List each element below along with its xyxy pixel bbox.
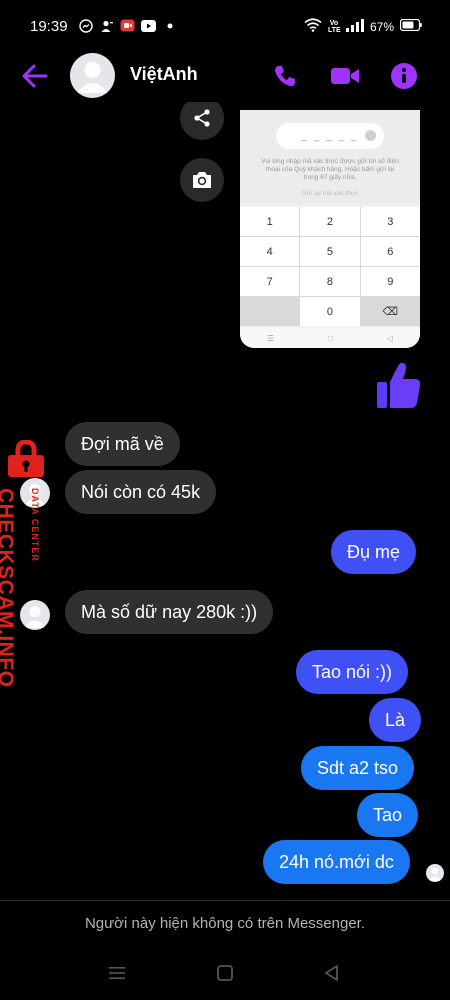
- watermark: CHECKSCAM.INFO DATA CENTER: [0, 440, 52, 688]
- clear-icon: [365, 130, 376, 141]
- back-nav-button[interactable]: [321, 962, 343, 984]
- default-avatar-icon: [428, 867, 442, 881]
- info-icon: [391, 63, 417, 89]
- system-nav-bar: [0, 950, 450, 1000]
- screenshot-otp-placeholder: _ _ _ _ _: [301, 130, 359, 142]
- screenshot-otp-panel: _ _ _ _ _ Vui lòng nhập mã xác thực được…: [240, 110, 420, 205]
- message-bubble[interactable]: Tao: [357, 793, 419, 837]
- screenshot-resend-link: Gửi lại mã xác thực: [301, 190, 359, 197]
- camera-icon: [193, 172, 211, 188]
- message-bubble[interactable]: Đợi mã về: [65, 422, 180, 466]
- keypad-key: 7: [240, 267, 300, 296]
- back-triangle-icon: [325, 965, 338, 981]
- status-time: 19:39: [30, 18, 68, 35]
- screenshot-caption: Vui lòng nhập mã xác thực được gửi tới s…: [261, 158, 399, 181]
- keypad-key: 6: [360, 237, 420, 266]
- unavailable-notice: Người này hiện không có trên Messenger.: [84, 915, 366, 932]
- contact-avatar[interactable]: [70, 53, 115, 98]
- keypad-key: 4: [240, 237, 300, 266]
- screenshot-nav-bar: ☰ □ ◁: [240, 328, 420, 348]
- keypad-key: 8: [300, 267, 360, 296]
- keypad-key: 0: [300, 297, 360, 326]
- wifi-icon: [304, 18, 322, 35]
- keypad-key: 9: [360, 267, 420, 296]
- default-avatar-icon: [77, 62, 108, 93]
- recent-apps-button[interactable]: [106, 962, 128, 984]
- shared-screenshot[interactable]: _ _ _ _ _ Vui lòng nhập mã xác thực được…: [240, 110, 420, 348]
- notification-icons: [78, 18, 177, 33]
- menu-icon: ☰: [266, 333, 275, 343]
- info-button[interactable]: [388, 60, 420, 92]
- footer-divider: [0, 900, 450, 901]
- message-bubble[interactable]: Mà số dữ nay 280k :)): [65, 590, 274, 634]
- phone-icon: [275, 66, 295, 87]
- seen-receipt-avatar: [426, 864, 444, 882]
- message-bubble[interactable]: Đụ mẹ: [331, 530, 417, 574]
- message-bubble[interactable]: Nói còn có 45k: [65, 470, 217, 514]
- keypad-key: ⌫: [360, 297, 420, 326]
- home-icon: □: [328, 333, 333, 343]
- message-bubble[interactable]: Tao nói :)): [296, 650, 409, 694]
- status-right: Vo LTE 67%: [304, 18, 422, 35]
- signal-icon: [345, 18, 364, 35]
- keypad-key: 5: [300, 237, 360, 266]
- padlock-icon: [8, 440, 44, 477]
- back-arrow-icon: [22, 64, 48, 88]
- screen-record-icon: [120, 18, 135, 33]
- home-icon: [217, 965, 233, 981]
- voice-call-button[interactable]: [269, 60, 301, 92]
- keypad-key: 3: [360, 207, 420, 236]
- battery-icon: [399, 18, 422, 34]
- message-bubble[interactable]: 24h nó.mới dc: [263, 840, 410, 884]
- like-sticker[interactable]: [376, 360, 422, 412]
- messenger-icon: [78, 18, 93, 33]
- contact-name[interactable]: ViệtAnh: [130, 64, 198, 85]
- back-icon: ◁: [386, 333, 394, 343]
- volte-label: Vo LTE: [327, 19, 341, 34]
- keypad-key: [240, 297, 300, 326]
- message-thread[interactable]: _ _ _ _ _ Vui lòng nhập mã xác thực được…: [0, 102, 450, 900]
- contacts-icon: [99, 18, 114, 33]
- keypad-key: 1: [240, 207, 300, 236]
- message-bubble[interactable]: Là: [369, 698, 422, 742]
- chat-header: ViệtAnh: [0, 50, 450, 102]
- message-bubble[interactable]: Sdt a2 tso: [301, 746, 415, 790]
- video-call-button[interactable]: [329, 60, 361, 92]
- share-icon: [194, 109, 210, 127]
- watermark-main-text: CHECKSCAM.INFO: [0, 488, 17, 688]
- home-button[interactable]: [214, 962, 236, 984]
- back-button[interactable]: [20, 62, 50, 90]
- camera-button[interactable]: [180, 158, 224, 202]
- battery-percent: 67%: [369, 19, 394, 34]
- video-camera-icon: [331, 68, 359, 84]
- keypad-key: 2: [300, 207, 360, 236]
- status-bar: 19:39 Vo LTE 67%: [0, 0, 450, 50]
- thumbs-up-icon: [377, 362, 421, 408]
- watermark-sub-text: DATA CENTER: [30, 488, 40, 562]
- dot-icon: [162, 18, 177, 33]
- share-button[interactable]: [180, 102, 224, 140]
- screenshot-keypad: 1 2 3 4 5 6 7 8 9 0 ⌫: [240, 207, 420, 326]
- youtube-icon: [141, 18, 156, 33]
- screenshot-otp-field: _ _ _ _ _: [276, 123, 384, 149]
- menu-icon: [109, 967, 125, 979]
